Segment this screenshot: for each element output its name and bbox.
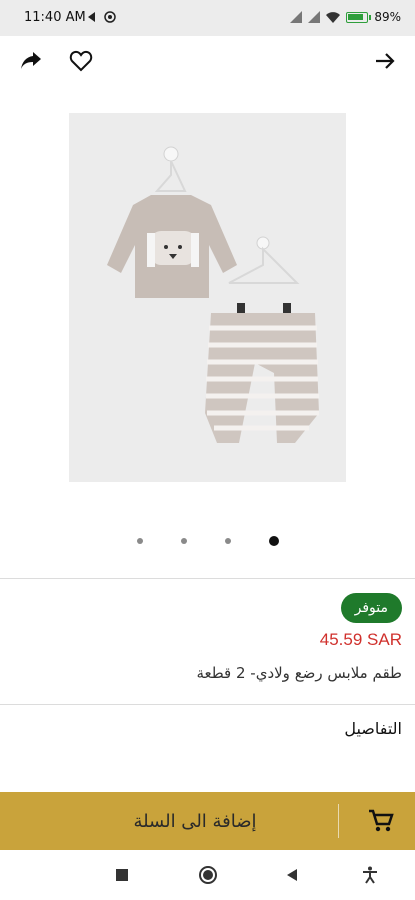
add-to-cart-button[interactable]: إضافة الى السلة bbox=[0, 792, 415, 850]
product-title: طقم ملابس رضع ولادي- 2 قطعة bbox=[196, 664, 402, 682]
heart-icon[interactable] bbox=[68, 48, 94, 74]
arrow-forward-icon[interactable] bbox=[372, 48, 398, 74]
carousel-dot[interactable] bbox=[224, 538, 231, 544]
carousel-indicator bbox=[0, 536, 415, 546]
signal-icon bbox=[308, 11, 321, 23]
availability-badge: متوفر bbox=[340, 593, 402, 623]
cart-icon bbox=[367, 807, 395, 835]
carousel-dot[interactable] bbox=[136, 538, 143, 544]
details-section-label[interactable]: التفاصيل bbox=[344, 719, 402, 738]
carousel-dot[interactable] bbox=[180, 538, 187, 544]
baby-clothing-set-photo bbox=[69, 113, 346, 482]
divider bbox=[0, 704, 415, 705]
signal-icon bbox=[290, 11, 303, 23]
carousel-dot-active[interactable] bbox=[268, 536, 279, 546]
top-action-bar bbox=[0, 36, 415, 86]
battery-charging-icon bbox=[346, 11, 372, 23]
accessibility-icon[interactable] bbox=[358, 863, 382, 887]
share-icon[interactable] bbox=[18, 48, 44, 74]
recent-apps-icon[interactable] bbox=[110, 863, 134, 887]
system-nav-bar bbox=[0, 850, 415, 900]
wifi-icon bbox=[326, 11, 341, 23]
status-time: 11:40 AM bbox=[24, 10, 86, 25]
whatsapp-icon bbox=[104, 11, 116, 23]
product-price: 45.59 SAR bbox=[319, 630, 402, 649]
divider bbox=[338, 804, 339, 838]
home-icon[interactable] bbox=[196, 863, 220, 887]
divider bbox=[0, 578, 415, 579]
product-image[interactable] bbox=[69, 113, 346, 482]
back-icon[interactable] bbox=[280, 863, 304, 887]
add-to-cart-label: إضافة الى السلة bbox=[133, 810, 257, 832]
play-icon bbox=[88, 12, 95, 22]
battery-percent: 89% bbox=[374, 10, 401, 24]
status-bar: 11:40 AM 89% bbox=[0, 0, 415, 36]
